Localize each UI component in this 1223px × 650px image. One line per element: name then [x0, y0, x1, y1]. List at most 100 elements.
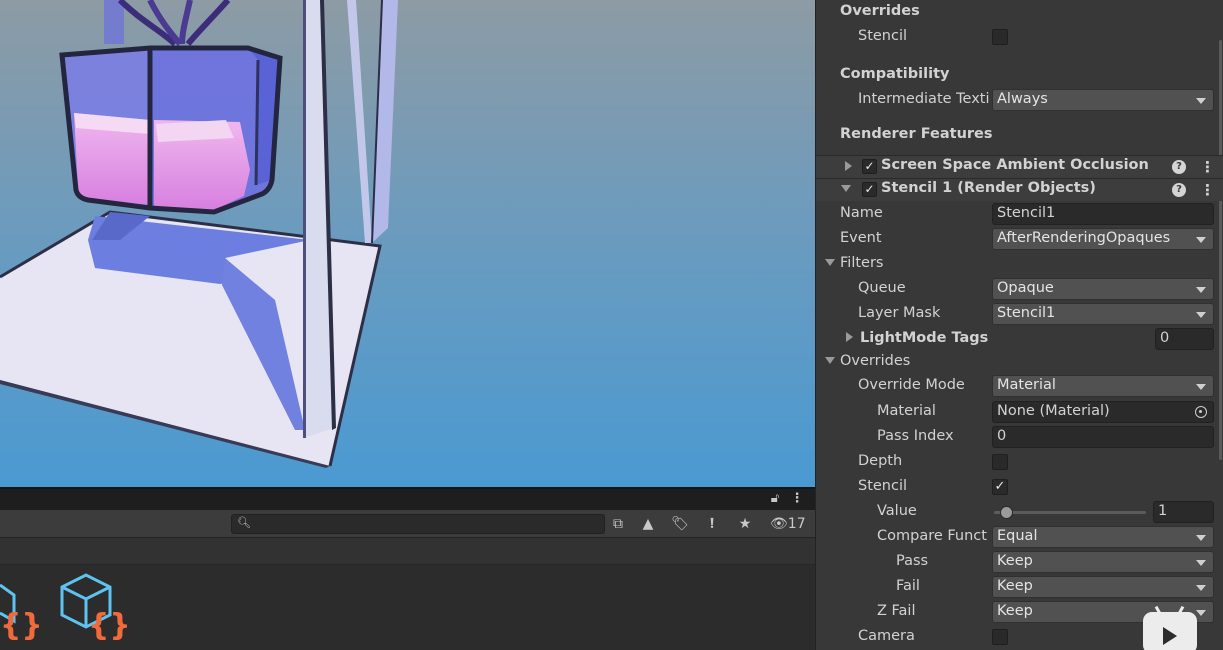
depth-checkbox[interactable] — [992, 454, 1008, 470]
stencil-top-checkbox[interactable] — [992, 29, 1008, 45]
search-in-folder-icon[interactable]: ⧉ — [607, 514, 629, 534]
material-object-field[interactable]: None (Material) — [992, 401, 1214, 423]
material-label: Material — [877, 403, 936, 419]
pass-index-label: Pass Index — [877, 428, 954, 444]
compare-function-value: Equal — [997, 528, 1038, 544]
help-icon[interactable]: ? — [1172, 160, 1186, 174]
camera-label: Camera — [858, 628, 915, 644]
fail-label: Fail — [896, 578, 920, 594]
compare-function-dropdown[interactable]: Equal — [992, 526, 1214, 548]
dropdown-arrow-icon — [1196, 237, 1206, 243]
filter-by-type-icon[interactable]: ▲ — [637, 514, 659, 534]
feature-ssao-checkbox[interactable]: ✓ — [862, 159, 877, 174]
search-input[interactable]: 🔍︎ — [231, 514, 605, 534]
stencil-checkbox[interactable]: ✓ — [992, 479, 1008, 495]
material-value: None (Material) — [997, 403, 1110, 419]
project-toolbar: 🔍︎ ⧉ ▲ 🏷︎ ❗︎ ★ 👁︎17 — [0, 510, 815, 538]
foldout-closed-icon[interactable] — [845, 161, 852, 171]
overrides-header[interactable]: Overrides — [816, 350, 1223, 375]
filters-title: Filters — [840, 255, 884, 271]
stencil-label: Stencil — [858, 28, 908, 44]
layer-mask-label: Layer Mask — [858, 305, 941, 321]
event-dropdown[interactable]: AfterRenderingOpaques — [992, 228, 1214, 250]
overrides-title: Overrides — [840, 353, 911, 369]
queue-label: Queue — [858, 280, 906, 296]
fail-value: Keep — [997, 578, 1033, 594]
layer-mask-row: Layer Mask Stencil1 — [816, 302, 1223, 327]
stencil-value-row: Value 1 — [816, 500, 1223, 525]
camera-checkbox[interactable] — [992, 629, 1008, 645]
override-mode-row: Override Mode Material — [816, 374, 1223, 399]
lightmode-tags-row[interactable]: LightMode Tags 0 — [816, 327, 1223, 352]
scene-render — [0, 0, 815, 487]
script-braces-icon: {} — [0, 608, 43, 643]
search-icon: 🔍︎ — [237, 516, 251, 529]
compare-function-label: Compare Funct — [877, 528, 987, 544]
renderer-features-title: Renderer Features — [840, 126, 993, 142]
pass-dropdown[interactable]: Keep — [992, 551, 1214, 573]
favorites-star-icon[interactable]: ★ — [734, 514, 756, 534]
override-mode-label: Override Mode — [858, 377, 965, 393]
name-label: Name — [840, 205, 883, 221]
pass-index-row: Pass Index 0 — [816, 425, 1223, 450]
foldout-closed-icon[interactable] — [846, 332, 853, 342]
pass-value: Keep — [997, 553, 1033, 569]
intermediate-texture-value: Always — [997, 91, 1048, 107]
event-row: Event AfterRenderingOpaques — [816, 227, 1223, 252]
lightmode-tags-count-field[interactable]: 0 — [1155, 328, 1214, 350]
layer-mask-dropdown[interactable]: Stencil1 — [992, 303, 1214, 325]
script-braces-icon: {} — [88, 608, 131, 643]
compare-function-row: Compare Funct Equal — [816, 525, 1223, 550]
fail-dropdown[interactable]: Keep — [992, 576, 1214, 598]
dropdown-arrow-icon — [1196, 585, 1206, 591]
stencil-value-field[interactable]: 1 — [1153, 501, 1214, 523]
filter-by-label-icon[interactable]: 🏷︎ — [669, 514, 691, 534]
renderer-features-header: Renderer Features — [816, 123, 1223, 148]
video-play-badge-icon — [1143, 605, 1197, 650]
feature-stencil1-label: Stencil 1 (Render Objects) — [881, 180, 1096, 196]
dropdown-arrow-icon — [1196, 560, 1206, 566]
foldout-open-icon[interactable] — [841, 185, 851, 192]
overrides-top-header: Overrides — [816, 0, 1223, 25]
hidden-count: 17 — [787, 516, 806, 532]
filters-header[interactable]: Filters — [816, 252, 1223, 277]
hidden-packages-toggle[interactable]: 👁︎17 — [770, 514, 806, 534]
queue-row: Queue Opaque — [816, 277, 1223, 302]
lock-icon[interactable]: 🔓︎ — [767, 491, 783, 509]
override-mode-value: Material — [997, 377, 1056, 393]
asset-icons: {} {} — [0, 573, 131, 643]
pass-index-field[interactable]: 0 — [992, 426, 1214, 448]
foldout-open-icon[interactable] — [825, 357, 835, 364]
name-field[interactable]: Stencil1 — [992, 203, 1214, 225]
more-options-icon[interactable]: ⋮ — [789, 491, 805, 509]
help-icon[interactable]: ? — [1172, 183, 1186, 197]
dropdown-arrow-icon — [1196, 312, 1206, 318]
material-row: Material None (Material) — [816, 400, 1223, 425]
queue-dropdown[interactable]: Opaque — [992, 278, 1214, 300]
feature-stencil1[interactable]: ✓ Stencil 1 (Render Objects) ? ⋮ — [816, 178, 1223, 201]
inspector-panel: Overrides Stencil Compatibility Intermed… — [815, 0, 1223, 650]
intermediate-texture-label: Intermediate Texti — [858, 91, 990, 107]
dropdown-arrow-icon — [1196, 610, 1206, 616]
foldout-open-icon[interactable] — [825, 259, 835, 266]
log-types-icon[interactable]: ❗︎ — [701, 514, 723, 534]
stencil-value-slider-thumb[interactable] — [1000, 506, 1013, 519]
intermediate-texture-dropdown[interactable]: Always — [992, 89, 1214, 111]
overrides-top-title: Overrides — [840, 3, 920, 19]
override-mode-dropdown[interactable]: Material — [992, 375, 1214, 397]
feature-ssao[interactable]: ✓ Screen Space Ambient Occlusion ? ⋮ — [816, 155, 1223, 178]
compatibility-title: Compatibility — [840, 66, 950, 82]
pass-label: Pass — [896, 553, 929, 569]
stencil-value-slider-track[interactable] — [994, 511, 1146, 514]
stencil-label: Stencil — [858, 478, 908, 494]
dropdown-arrow-icon — [1196, 98, 1206, 104]
eye-slash-icon: 👁︎ — [770, 516, 788, 532]
scene-view[interactable] — [0, 0, 815, 487]
more-options-icon[interactable]: ⋮ — [1200, 180, 1215, 200]
object-picker-icon[interactable] — [1195, 406, 1207, 418]
feature-stencil1-checkbox[interactable]: ✓ — [862, 182, 877, 197]
asset-grid: {} {} — [0, 565, 815, 650]
more-options-icon[interactable]: ⋮ — [1200, 157, 1215, 177]
fail-row: Fail Keep — [816, 575, 1223, 600]
project-breadcrumb-bar — [0, 538, 815, 565]
